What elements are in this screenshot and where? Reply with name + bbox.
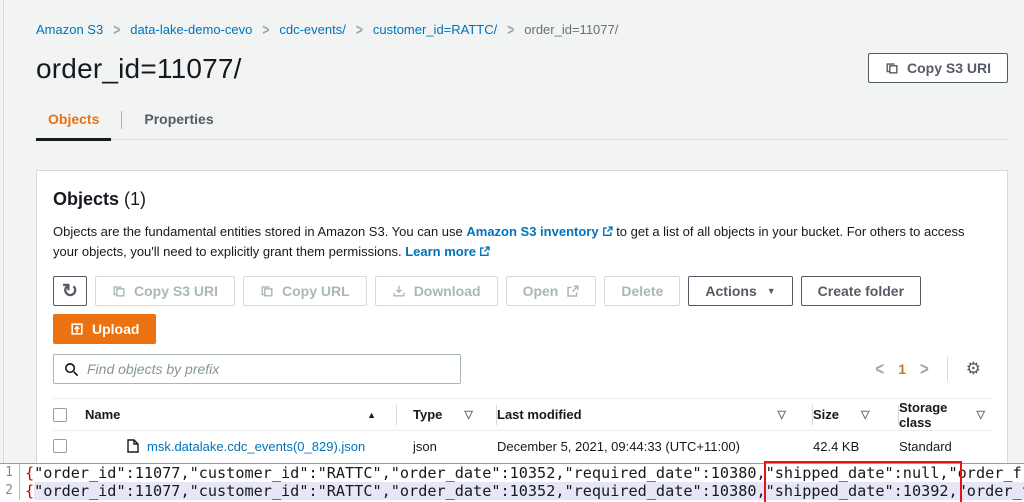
copy-s3-uri-header-button[interactable]: Copy S3 URI [867,53,1008,83]
next-page-icon[interactable]: > [920,358,929,379]
chevron-down-icon: ▼ [766,286,776,296]
open-button[interactable]: Open [505,276,597,306]
column-header-last-modified[interactable]: Last modified [497,407,582,422]
copy-s3-uri-label: Copy S3 URI [906,60,991,76]
select-all-checkbox[interactable] [53,407,67,422]
copy-s3-uri-label: Copy S3 URI [134,283,219,299]
upload-button[interactable]: Upload [53,314,157,344]
objects-panel-title: Objects (1) [53,189,991,210]
search-box [53,354,461,384]
description-text: Objects are the fundamental entities sto… [53,224,467,239]
delete-label: Delete [621,283,664,299]
objects-title-text: Objects [53,189,120,209]
column-header-storage-class[interactable]: Storage class [899,400,955,430]
breadcrumb-current: order_id=11077/ [524,22,619,37]
actions-label: Actions [705,283,757,299]
line-number: 1 [0,464,20,482]
copy-url-label: Copy URL [282,283,350,299]
json-brace: { [25,464,35,482]
learn-more-label: Learn more [405,244,477,259]
external-link-icon [480,246,490,256]
download-label: Download [413,283,481,299]
learn-more-link[interactable]: Learn more [405,244,490,259]
editor-line-1: 1 {"order_id":11077,"customer_id":"RATTC… [0,464,1024,482]
copy-icon [113,286,125,297]
object-storage-class: Standard [899,438,952,454]
breadcrumb-separator: > [113,20,121,39]
breadcrumb-cdc-events[interactable]: cdc-events/ [279,22,345,37]
tab-bar: Objects Properties [36,111,1008,141]
upload-label: Upload [92,321,140,337]
json-preview-editor: 1 {"order_id":11077,"customer_id":"RATTC… [0,461,1024,502]
sort-icon[interactable]: ▽ [778,408,786,421]
open-label: Open [522,283,559,299]
copy-url-button[interactable]: Copy URL [243,276,367,306]
table-header-row: Name ▲ Type ▽ Last modified ▽ Size ▽ Sto… [53,398,991,431]
search-input[interactable] [87,361,450,377]
external-link-icon [602,226,613,236]
json-brace: { [25,482,35,500]
sort-ascending-icon[interactable]: ▲ [367,410,376,420]
objects-toolbar: ↻ Copy S3 URI Copy URL Download Open Del… [53,276,991,306]
objects-description: Objects are the fundamental entities sto… [53,222,991,262]
objects-panel: Objects (1) Objects are the fundamental … [36,170,1008,500]
editor-line-2: 2 {"order_id":11077,"customer_id":"RATTC… [0,482,1024,500]
delete-button[interactable]: Delete [604,276,681,306]
column-header-size[interactable]: Size [813,407,839,422]
breadcrumb-bucket[interactable]: data-lake-demo-cevo [130,22,252,37]
tab-properties[interactable]: Properties [132,111,225,139]
objects-table: Name ▲ Type ▽ Last modified ▽ Size ▽ Sto… [53,398,991,461]
actions-dropdown-button[interactable]: Actions ▼ [688,276,793,306]
column-header-type[interactable]: Type [413,407,442,422]
window-left-border [3,0,4,502]
copy-icon [261,286,273,297]
download-icon [393,285,405,297]
gear-icon[interactable]: ⚙ [966,359,981,379]
sort-icon[interactable]: ▽ [861,408,869,421]
object-link[interactable]: msk.datalake.cdc_events(0_829).json [147,439,365,454]
inventory-link-label: Amazon S3 inventory [466,224,599,239]
pagination-divider [946,357,948,381]
file-icon [127,439,139,453]
pagination: < 1 > ⚙ [875,357,991,381]
column-header-name[interactable]: Name [85,407,120,422]
open-external-icon [567,284,579,297]
breadcrumb-separator: > [355,20,363,39]
table-row: msk.datalake.cdc_events(0_829).json json… [53,431,991,461]
tab-divider [121,111,123,129]
breadcrumb-customer-id[interactable]: customer_id=RATTC/ [373,22,497,37]
amazon-s3-inventory-link[interactable]: Amazon S3 inventory [466,224,613,239]
copy-icon [886,63,898,74]
refresh-icon: ↻ [62,280,78,302]
json-text: "order_id":11077,"customer_id":"RATTC","… [34,482,1024,500]
breadcrumb: Amazon S3 > data-lake-demo-cevo > cdc-ev… [36,0,1008,39]
previous-page-icon[interactable]: < [875,358,884,379]
download-button[interactable]: Download [374,276,498,306]
page-number[interactable]: 1 [898,361,906,377]
json-text: "order_id":11077,"customer_id":"RATTC","… [34,464,1022,482]
breadcrumb-separator: > [507,20,515,39]
object-size: 42.4 KB [813,438,860,454]
refresh-button[interactable]: ↻ [53,276,87,306]
sort-icon[interactable]: ▽ [977,408,985,421]
tab-objects[interactable]: Objects [36,111,112,141]
sort-icon[interactable]: ▽ [464,408,472,421]
object-type: json [413,438,437,454]
create-folder-label: Create folder [817,283,905,299]
breadcrumb-separator: > [262,20,270,39]
copy-s3-uri-button[interactable]: Copy S3 URI [95,276,236,306]
object-last-modified: December 5, 2021, 09:44:33 (UTC+11:00) [497,438,740,454]
breadcrumb-amazon-s3[interactable]: Amazon S3 [36,22,103,37]
create-folder-button[interactable]: Create folder [800,276,922,306]
row-checkbox[interactable] [53,439,67,453]
page-title: order_id=11077/ [36,53,242,84]
line-number: 2 [0,482,20,500]
objects-count: (1) [124,189,147,209]
upload-icon [71,323,83,335]
search-icon [65,362,79,376]
